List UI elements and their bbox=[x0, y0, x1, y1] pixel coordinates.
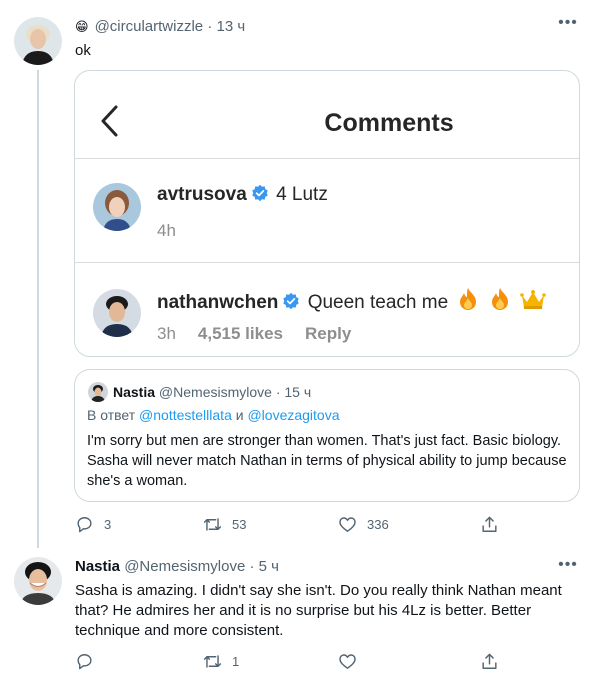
avatar-photo bbox=[14, 17, 62, 65]
separator: · bbox=[275, 384, 281, 400]
comment-text: 4 Lutz bbox=[276, 184, 328, 205]
comments-title: Comments bbox=[324, 109, 454, 137]
heart-icon bbox=[339, 653, 356, 669]
comment-time: 4h bbox=[157, 221, 176, 240]
tweet-actions: 3 53 336 bbox=[75, 514, 505, 534]
avatar bbox=[88, 382, 108, 402]
thread-line bbox=[37, 70, 39, 548]
reply-prefix: В ответ bbox=[87, 407, 136, 423]
comment-time: 3h bbox=[157, 324, 176, 343]
separator: · bbox=[249, 558, 255, 575]
tweet-actions: 1 bbox=[75, 651, 505, 671]
tweet-time[interactable]: 5 ч bbox=[259, 558, 279, 575]
author-name: Nastia bbox=[113, 384, 156, 400]
reply-and: и bbox=[235, 407, 244, 423]
share-button[interactable] bbox=[480, 651, 499, 671]
avatar-photo bbox=[14, 557, 62, 605]
tweet-text: Sasha is amazing. I didn't say she isn't… bbox=[75, 582, 562, 639]
comment-avatar bbox=[93, 289, 141, 337]
comment-username: nathanwchen bbox=[157, 292, 279, 313]
share-icon bbox=[482, 653, 497, 669]
comment-text: Queen teach me bbox=[307, 292, 449, 313]
tweet-time: 15 ч bbox=[284, 384, 312, 400]
comment-username: avtrusova bbox=[157, 184, 247, 205]
reply-icon bbox=[77, 516, 92, 532]
tweet-handle[interactable]: @Nemesismylove bbox=[124, 558, 245, 575]
reply-button[interactable]: 3 bbox=[75, 514, 111, 534]
avatar[interactable] bbox=[14, 17, 62, 65]
retweet-count: 53 bbox=[232, 516, 247, 532]
comment-line: nathanwchen Queen teach me bbox=[157, 287, 546, 314]
crown-emoji-icon bbox=[520, 290, 546, 309]
quoted-tweet[interactable]: Nastia @Nemesismylove · 15 ч В ответ @no… bbox=[74, 369, 580, 502]
tweet-handle[interactable]: @circulartwizzle bbox=[95, 18, 204, 35]
reply-icon bbox=[77, 653, 92, 669]
comment-line: avtrusova 4 Lutz bbox=[157, 184, 328, 206]
retweet-button[interactable]: 1 bbox=[203, 651, 239, 671]
reply-context: В ответ @nottestelllata и @lovezagitova bbox=[87, 405, 340, 425]
retweet-button[interactable]: 53 bbox=[203, 514, 246, 534]
more-options-icon[interactable]: ••• bbox=[556, 15, 580, 36]
tweet-header: Nastia @Nemesismylove · 15 ч bbox=[113, 382, 311, 402]
comment-meta: 3h 4,515 likes Reply bbox=[157, 324, 351, 344]
retweet-icon bbox=[203, 517, 222, 531]
fire-emoji-icon bbox=[460, 288, 477, 310]
share-button[interactable] bbox=[480, 514, 499, 534]
comment-likes: 4,515 likes bbox=[197, 324, 283, 343]
like-button[interactable] bbox=[338, 651, 367, 671]
comment-meta: 4h bbox=[157, 221, 176, 241]
fire-emoji-icon bbox=[491, 288, 508, 310]
tweet-time[interactable]: 13 ч bbox=[216, 18, 245, 35]
grin-emoji-icon: 😁 bbox=[75, 19, 89, 34]
mention-link[interactable]: @lovezagitova bbox=[247, 407, 339, 423]
separator: · bbox=[207, 18, 213, 35]
reply-button[interactable] bbox=[75, 651, 104, 671]
verified-badge-icon bbox=[283, 292, 300, 310]
comment bbox=[75, 160, 579, 263]
comments-header: Comments bbox=[75, 71, 579, 159]
mention-link[interactable]: @nottestelllata bbox=[139, 407, 232, 423]
heart-icon bbox=[339, 516, 356, 532]
quoted-tweet-text: I'm sorry but men are stronger than wome… bbox=[87, 433, 567, 489]
tweet-handle: @Nemesismylove bbox=[158, 384, 272, 400]
tweet-header: 😁 @circulartwizzle · 13 ч bbox=[75, 17, 245, 37]
tweet-text: ok bbox=[75, 42, 91, 59]
comment-reply: Reply bbox=[305, 324, 352, 343]
comment-avatar bbox=[93, 183, 141, 231]
share-icon bbox=[482, 516, 497, 532]
tweet-header: Nastia @Nemesismylove · 5 ч bbox=[75, 557, 279, 577]
like-count: 336 bbox=[367, 516, 389, 532]
retweet-count: 1 bbox=[232, 653, 240, 669]
author-name[interactable]: Nastia bbox=[75, 558, 120, 575]
more-options-icon[interactable]: ••• bbox=[556, 557, 580, 578]
verified-badge-icon bbox=[252, 184, 268, 202]
avatar[interactable] bbox=[14, 557, 62, 605]
like-button[interactable]: 336 bbox=[338, 514, 389, 534]
retweet-icon bbox=[203, 654, 222, 668]
reply-count: 3 bbox=[104, 516, 112, 532]
